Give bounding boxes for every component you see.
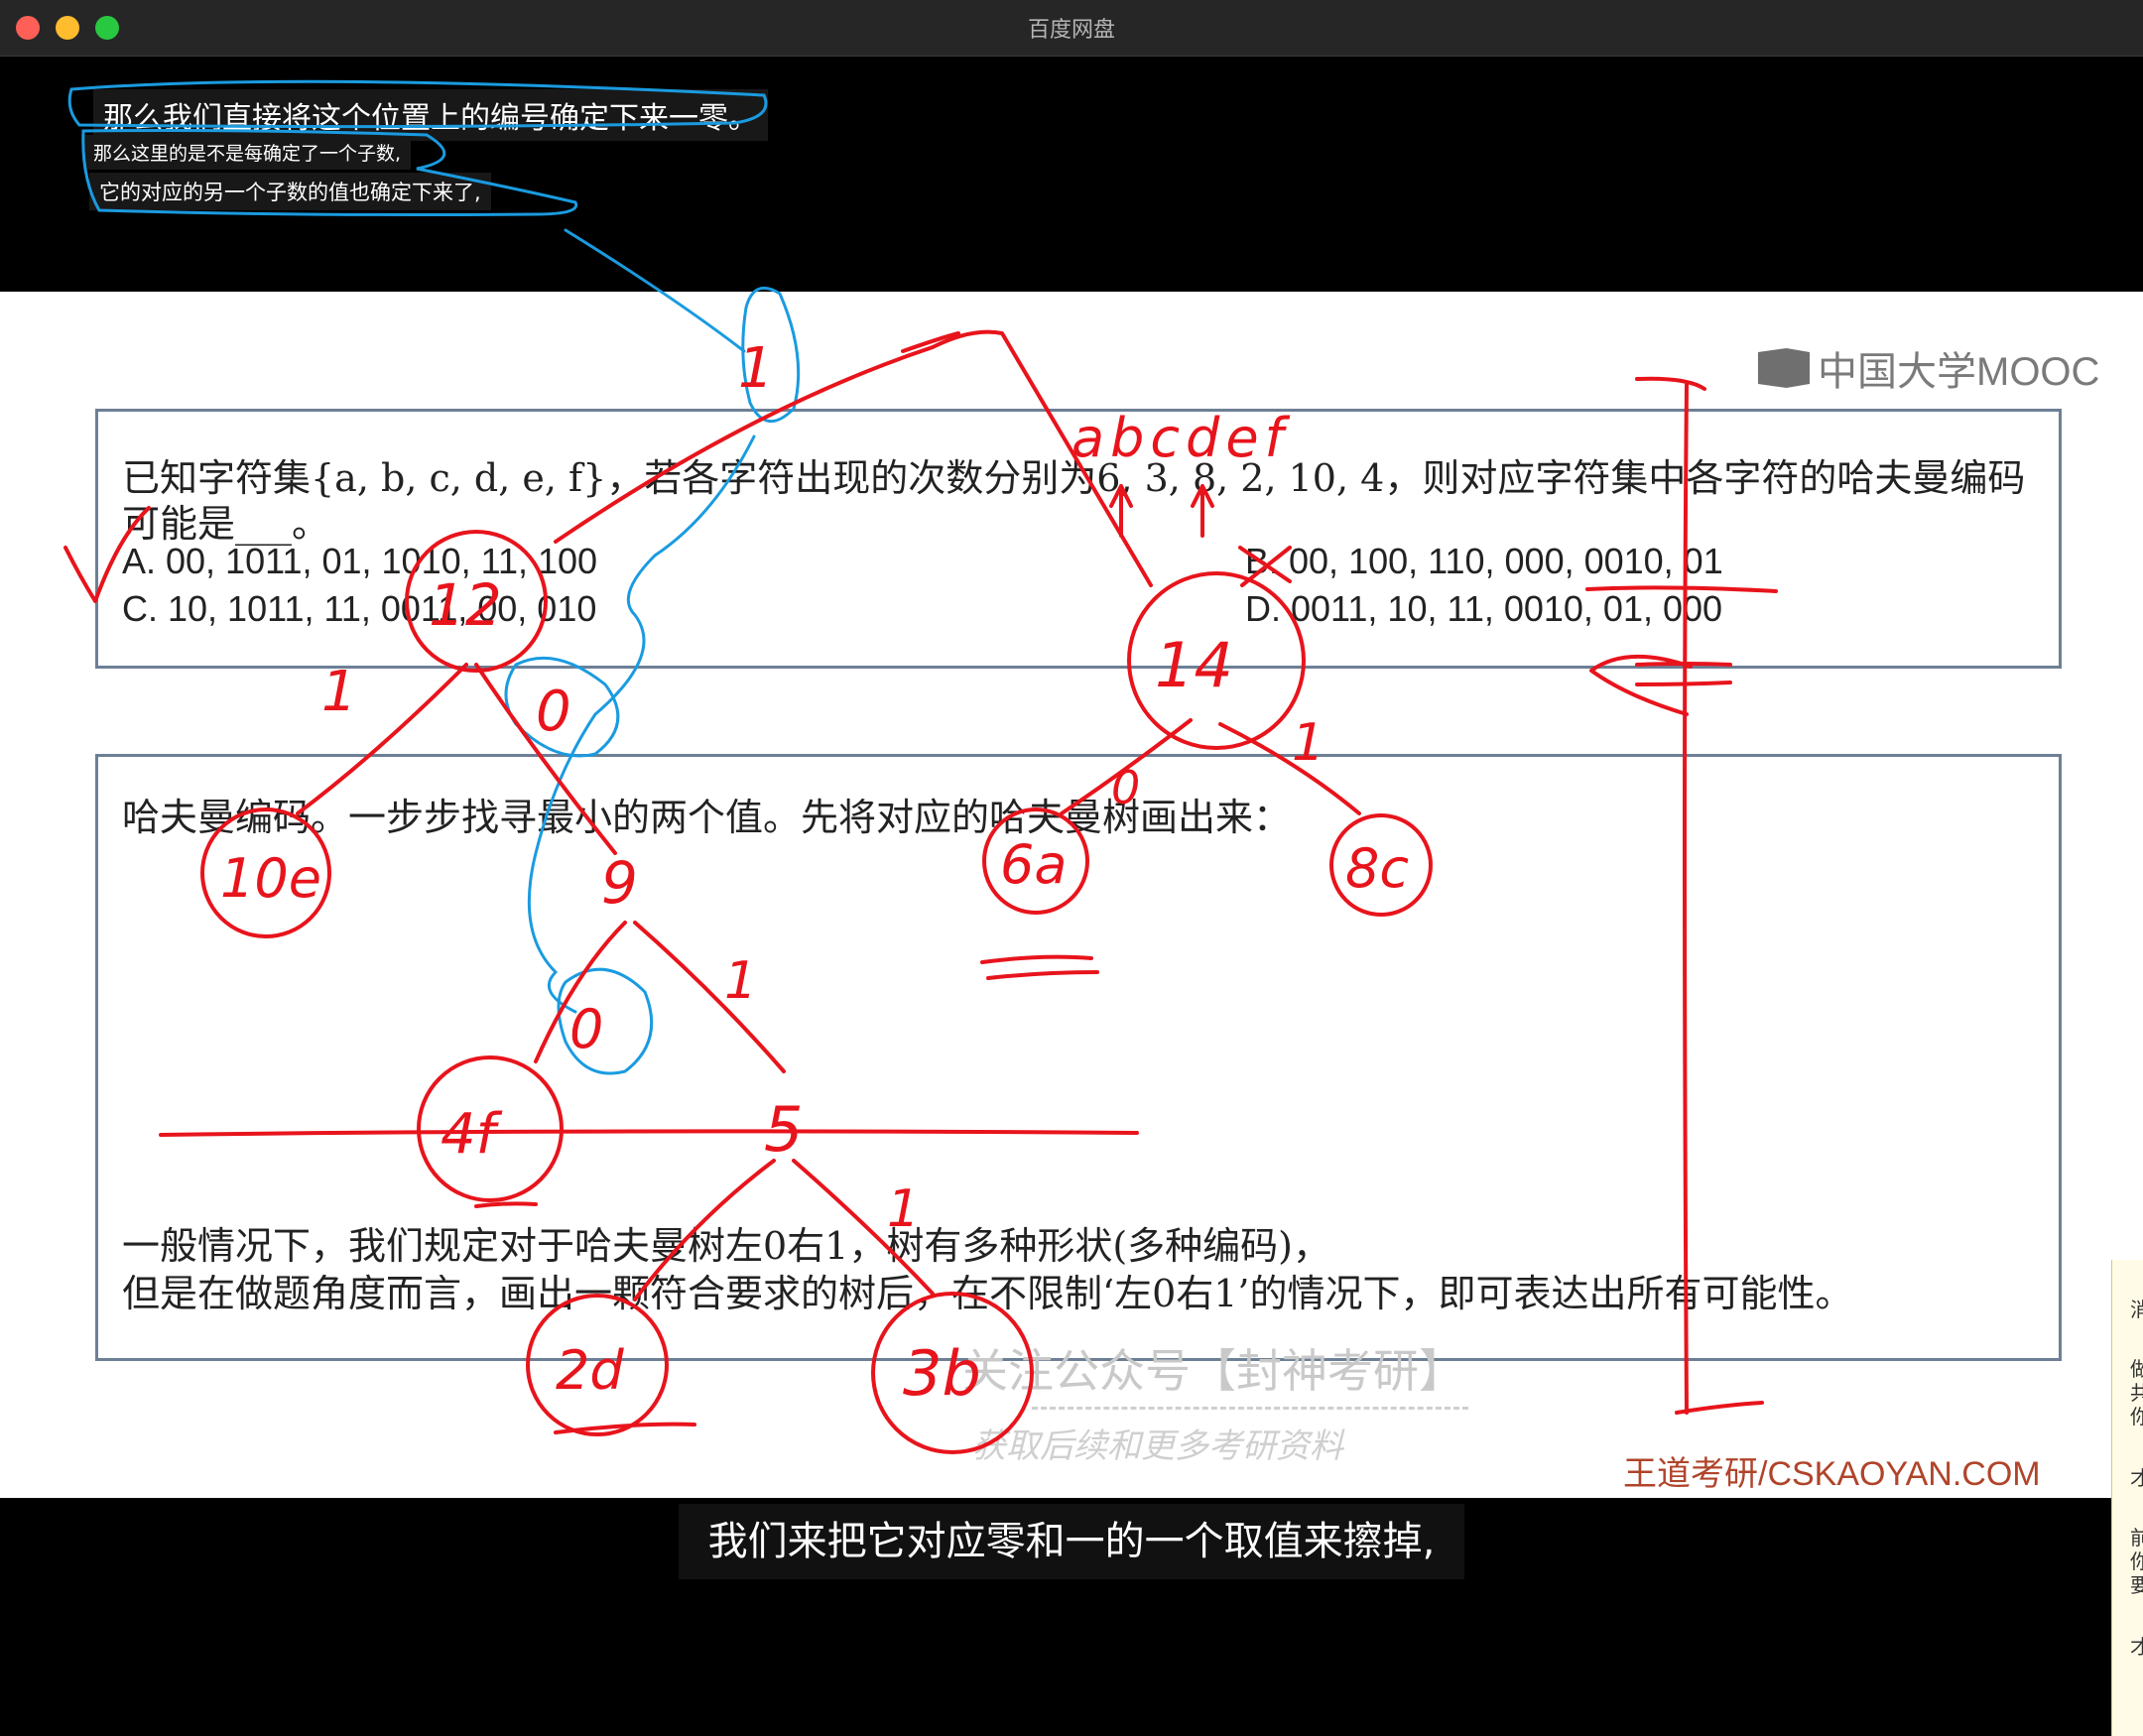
cross-option-b xyxy=(1238,546,1292,587)
node-label-12: 12 xyxy=(429,571,502,639)
node-label-10e: 10e xyxy=(220,847,321,910)
side-panel-char: 才 xyxy=(2130,1631,2143,1660)
blue-highlight-line-1 xyxy=(67,79,768,129)
ink-annotations: 1 12 0 14 10e 9 6a 8c 0 4f 5 2d 3b 0 1 1… xyxy=(63,79,1778,1454)
edge-14-8c xyxy=(1218,722,1361,815)
node-label-0b: 0 xyxy=(1111,761,1140,814)
side-panel-char: 消 xyxy=(2130,1294,2143,1322)
blue-connector xyxy=(564,228,746,353)
underline-4f xyxy=(474,1201,538,1208)
video-caption: 我们来把它对应零和一的一个取值来擦掉, xyxy=(679,1504,1464,1579)
node-label-1: 1 xyxy=(738,336,774,401)
side-panel-char: 要 xyxy=(2130,1569,2143,1598)
vertical-right-line xyxy=(1683,383,1689,1415)
letters-abcdef: abcdef xyxy=(1072,407,1291,469)
node-label-2d: 2d xyxy=(556,1339,624,1402)
node-label-4f: 4f xyxy=(441,1102,503,1167)
vertical-top-hook xyxy=(1635,376,1706,391)
side-panel-char: 才 xyxy=(2130,1462,2143,1491)
side-panel-char: 你 xyxy=(2130,1401,2143,1429)
edge-label-0-lower: 0 xyxy=(569,998,603,1060)
edge-label-1-a: 1 xyxy=(321,660,357,724)
node-label-9: 9 xyxy=(601,849,638,917)
edge-5-2d xyxy=(633,1159,776,1302)
edge-label-1-b: 1 xyxy=(1292,713,1324,773)
blue-highlight-lines-2-3 xyxy=(81,129,578,216)
edge-label-1-d: 1 xyxy=(887,1179,920,1239)
strike-line-middle xyxy=(159,1129,1139,1137)
node-label-5: 5 xyxy=(764,1093,803,1166)
vertical-bottom-hook xyxy=(1675,1401,1764,1415)
underline-option-d xyxy=(1585,585,1778,593)
arrows-under-letters xyxy=(1109,484,1214,538)
root-to-14-line xyxy=(554,329,1153,587)
node-label-8c: 8c xyxy=(1345,837,1409,900)
edge-9-5 xyxy=(633,921,786,1073)
side-notification-panel[interactable]: 消 做 共 你 才 前 你 要 才 xyxy=(2111,1260,2143,1736)
node-label-0a: 0 xyxy=(536,680,571,744)
edge-label-1-c: 1 xyxy=(724,951,757,1011)
equal-mark-a xyxy=(980,954,1099,980)
arrow-left xyxy=(1589,654,1732,716)
node-label-6a: 6a xyxy=(1000,833,1067,896)
node-label-3b: 3b xyxy=(903,1337,981,1410)
node-label-14: 14 xyxy=(1155,629,1233,701)
checkmark xyxy=(63,506,151,603)
